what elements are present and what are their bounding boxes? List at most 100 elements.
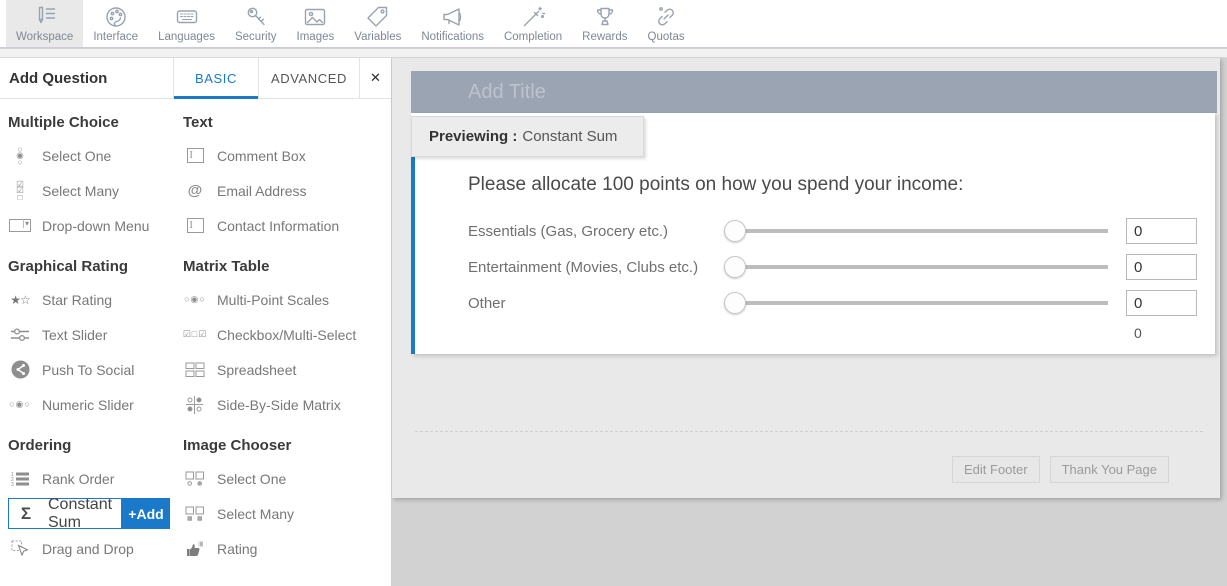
slider-handle[interactable] — [724, 220, 746, 242]
slider-track[interactable] — [735, 229, 1108, 233]
add-button[interactable]: +Add — [122, 498, 170, 529]
item-label: Text Slider — [42, 327, 107, 343]
toolbar-item-label: Notifications — [421, 31, 484, 43]
sidebar-item-checkbox-multi-select[interactable]: ☑□☑ Checkbox/Multi-Select — [183, 317, 391, 352]
toolbar-item-label: Security — [235, 31, 277, 43]
spreadsheet-icon — [183, 362, 207, 378]
numeric-slider-icon: ○◉○ — [8, 399, 32, 410]
toolbar-divider-strip — [0, 49, 1227, 58]
row-slider — [724, 256, 1108, 278]
sidebar-item-email-address[interactable]: @ Email Address — [183, 173, 391, 208]
section-image-chooser: Image Chooser Select One Select Many — [183, 437, 391, 566]
item-label: Multi-Point Scales — [217, 292, 329, 308]
toolbar-item-security[interactable]: Security — [225, 0, 287, 47]
section-matrix-table: Matrix Table ○◉○ Multi-Point Scales ☑□☑ … — [183, 258, 391, 422]
sidebar-item-select-many[interactable]: ☑☑□ Select Many — [8, 173, 183, 208]
row-label: Entertainment (Movies, Clubs etc.) — [468, 259, 724, 276]
toolbar-item-label: Workspace — [16, 31, 73, 43]
section-multiple-choice: Multiple Choice ○◉○ Select One ☑☑□ Selec… — [8, 114, 183, 243]
section-title: Multiple Choice — [8, 114, 183, 131]
top-toolbar: Workspace Interface Languages Security I… — [0, 0, 1227, 48]
completion-icon — [520, 3, 546, 30]
sidebar-item-image-rating[interactable]: Rating — [183, 531, 391, 566]
toolbar-item-variables[interactable]: Variables — [344, 0, 411, 47]
toolbar-item-label: Languages — [158, 31, 215, 43]
survey-builder-app: Workspace Interface Languages Security I… — [0, 0, 1227, 586]
sidebar-item-image-select-one[interactable]: Select One — [183, 461, 391, 496]
item-label: Comment Box — [217, 148, 306, 164]
section-title: Text — [183, 114, 391, 131]
sidebar-item-dropdown-menu[interactable]: ▾ Drop-down Menu — [8, 208, 183, 243]
edit-footer-button[interactable]: Edit Footer — [952, 456, 1040, 483]
sidebar-item-push-to-social[interactable]: Push To Social — [8, 352, 183, 387]
toolbar-item-completion[interactable]: Completion — [494, 0, 572, 47]
sidebar-body: Multiple Choice ○◉○ Select One ☑☑□ Selec… — [0, 99, 391, 566]
tab-advanced[interactable]: ADVANCED — [258, 58, 359, 98]
thank-you-page-button[interactable]: Thank You Page — [1050, 456, 1169, 483]
slider-track[interactable] — [735, 301, 1108, 305]
image-select-many-icon — [183, 506, 207, 522]
points-input[interactable] — [1126, 218, 1197, 244]
sidebar-item-rank-order[interactable]: 123 Rank Order — [8, 461, 183, 496]
item-label: Side-By-Side Matrix — [217, 397, 341, 413]
section-ordering: Ordering 123 Rank Order Σ Constant Sum +… — [8, 437, 183, 566]
at-sign-icon: @ — [183, 182, 207, 199]
sidebar-item-comment-box[interactable]: I Comment Box — [183, 138, 391, 173]
sidebar-item-star-rating[interactable]: ★☆ Star Rating — [8, 282, 183, 317]
sidebar-item-contact-information[interactable]: I Contact Information — [183, 208, 391, 243]
sidebar-title: Add Question — [0, 58, 173, 98]
slider-track[interactable] — [735, 265, 1108, 269]
sidebar-item-image-select-many[interactable]: Select Many — [183, 496, 391, 531]
toolbar-item-interface[interactable]: Interface — [83, 0, 148, 47]
item-label: Email Address — [217, 183, 306, 199]
svg-text:3: 3 — [11, 482, 14, 487]
toolbar-item-label: Images — [297, 31, 335, 43]
active-question-indicator — [411, 156, 415, 354]
interface-icon — [103, 3, 129, 30]
points-input[interactable] — [1126, 254, 1197, 280]
allocation-row: Entertainment (Movies, Clubs etc.) — [468, 249, 1196, 285]
sidebar-item-select-one[interactable]: ○◉○ Select One — [8, 138, 183, 173]
close-icon[interactable]: ✕ — [359, 58, 391, 98]
images-icon — [302, 3, 328, 30]
sidebar-item-numeric-slider[interactable]: ○◉○ Numeric Slider — [8, 387, 183, 422]
section-text: Text I Comment Box @ Email Address I Con… — [183, 114, 391, 243]
section-graphical-rating: Graphical Rating ★☆ Star Rating Text Sli… — [8, 258, 183, 422]
previewing-value: Constant Sum — [522, 128, 617, 145]
constant-sum-rows: Essentials (Gas, Grocery etc.) Entertain… — [468, 213, 1196, 345]
sidebar-item-constant-sum[interactable]: Σ Constant Sum +Add — [8, 497, 183, 530]
allocation-row: Essentials (Gas, Grocery etc.) — [468, 213, 1196, 249]
rank-order-icon: 123 — [8, 471, 32, 487]
toolbar-item-workspace[interactable]: Workspace — [6, 0, 83, 47]
add-title-bar[interactable]: Add Title — [411, 71, 1217, 113]
toolbar-item-notifications[interactable]: Notifications — [411, 0, 494, 47]
share-icon — [8, 360, 32, 379]
toolbar-item-quotas[interactable]: Quotas — [638, 0, 695, 47]
item-label: Rating — [217, 541, 257, 557]
item-label: Spreadsheet — [217, 362, 296, 378]
multi-point-icon: ○◉○ — [183, 294, 207, 305]
star-rating-icon: ★☆ — [8, 293, 32, 307]
points-total: 0 — [1126, 325, 1196, 341]
sidebar-item-multi-point-scales[interactable]: ○◉○ Multi-Point Scales — [183, 282, 391, 317]
toolbar-item-images[interactable]: Images — [287, 0, 345, 47]
sidebar-item-drag-and-drop[interactable]: Drag and Drop — [8, 531, 183, 566]
sidebar-item-text-slider[interactable]: Text Slider — [8, 317, 183, 352]
slider-handle[interactable] — [724, 292, 746, 314]
tab-basic[interactable]: BASIC — [173, 58, 258, 98]
checkbox-multi-icon: ☑□☑ — [183, 329, 207, 340]
item-label: Rank Order — [42, 471, 114, 487]
sidebar-item-side-by-side-matrix[interactable]: Side-By-Side Matrix — [183, 387, 391, 422]
sidebar-item-spreadsheet[interactable]: Spreadsheet — [183, 352, 391, 387]
allocation-row: Other — [468, 285, 1196, 321]
toolbar-item-languages[interactable]: Languages — [148, 0, 225, 47]
previewing-badge: Previewing : Constant Sum — [411, 116, 644, 157]
workspace-icon — [32, 3, 58, 30]
row-slider — [724, 292, 1108, 314]
slider-handle[interactable] — [724, 256, 746, 278]
item-label: Contact Information — [217, 218, 339, 234]
toolbar-item-rewards[interactable]: Rewards — [572, 0, 637, 47]
image-select-one-icon — [183, 471, 207, 487]
points-input[interactable] — [1126, 290, 1197, 316]
sidebar-header: Add Question BASIC ADVANCED ✕ — [0, 58, 391, 99]
